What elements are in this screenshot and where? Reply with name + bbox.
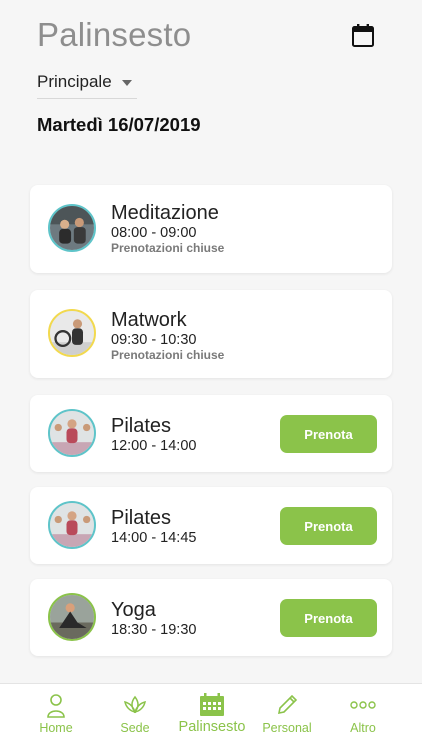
tab-personal[interactable]: Personal (252, 684, 322, 751)
pencil-icon (275, 693, 299, 722)
class-name: Pilates (111, 415, 172, 437)
class-card[interactable]: Yoga 18:30 - 19:30 Prenota (30, 579, 392, 656)
tab-label: Sede (120, 721, 150, 735)
bottom-tab-bar: Home Sede Palinsesto Personal Altro (0, 683, 422, 751)
class-status: Prenotazioni chiuse (111, 348, 225, 362)
tab-palinsesto[interactable]: Palinsesto (172, 684, 252, 751)
class-avatar (48, 593, 96, 641)
calendar-icon[interactable] (350, 23, 376, 49)
class-time: 08:00 - 09:00 (111, 225, 197, 241)
tab-label: Palinsesto (178, 719, 246, 735)
lotus-icon (122, 693, 148, 722)
class-time: 18:30 - 19:30 (111, 622, 197, 638)
tab-label: Personal (262, 721, 312, 735)
class-avatar (48, 409, 96, 457)
tab-altro[interactable]: Altro (327, 684, 399, 751)
person-icon (45, 693, 67, 724)
class-avatar (48, 501, 96, 549)
class-name: Matwork (111, 309, 187, 331)
class-card[interactable]: Meditazione 08:00 - 09:00 Prenotazioni c… (30, 185, 392, 273)
class-avatar (48, 309, 96, 357)
class-time: 14:00 - 14:45 (111, 530, 197, 546)
header: Palinsesto Principale Martedì 16/07/2019 (0, 0, 422, 160)
class-time: 09:30 - 10:30 (111, 332, 197, 348)
class-name: Yoga (111, 599, 156, 621)
page-title: Palinsesto (37, 16, 192, 53)
book-button[interactable]: Prenota (280, 599, 377, 637)
tab-home[interactable]: Home (20, 684, 92, 751)
tab-sede[interactable]: Sede (99, 684, 171, 751)
tab-label: Home (39, 721, 73, 735)
tab-label: Altro (350, 721, 376, 735)
class-name: Meditazione (111, 202, 219, 224)
location-select[interactable]: Principale (37, 70, 137, 99)
calendar-icon (199, 693, 225, 722)
chevron-down-icon (122, 80, 132, 86)
class-status: Prenotazioni chiuse (111, 241, 225, 255)
class-card[interactable]: Pilates 14:00 - 14:45 Prenota (30, 487, 392, 564)
class-time: 12:00 - 14:00 (111, 438, 197, 454)
class-name: Pilates (111, 507, 172, 529)
location-select-value: Principale (37, 72, 112, 91)
class-card[interactable]: Matwork 09:30 - 10:30 Prenotazioni chius… (30, 290, 392, 378)
class-card[interactable]: Pilates 12:00 - 14:00 Prenota (30, 395, 392, 472)
schedule-date: Martedì 16/07/2019 (37, 114, 201, 135)
book-button[interactable]: Prenota (280, 507, 377, 545)
book-button[interactable]: Prenota (280, 415, 377, 453)
more-dots-icon (350, 697, 376, 715)
class-avatar (48, 204, 96, 252)
